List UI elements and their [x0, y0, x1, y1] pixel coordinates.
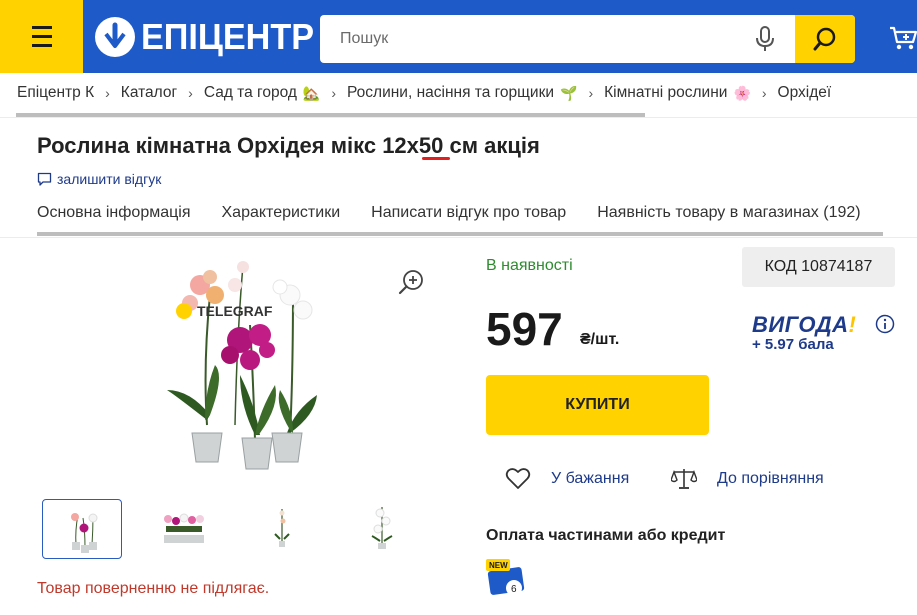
chevron-right-icon: › — [105, 85, 110, 101]
tabs-scrollbar[interactable] — [37, 232, 883, 236]
comment-icon — [37, 172, 52, 186]
thumbnail-strip — [42, 499, 442, 559]
breadcrumb-item[interactable]: Сад та город 🏡 — [204, 84, 321, 102]
breadcrumb-item[interactable]: Епіцентр К — [17, 84, 94, 102]
add-to-wishlist-button[interactable]: У бажання — [505, 467, 629, 491]
heart-icon — [505, 468, 531, 489]
installment-title: Оплата частинами або кредит — [486, 527, 726, 544]
bonus-title-text: ВИГОДА — [752, 312, 849, 337]
search-icon — [813, 27, 836, 51]
watermark-text: TELEGRAF — [197, 303, 273, 319]
chevron-right-icon: › — [588, 85, 594, 101]
bonus-exclamation: ! — [848, 312, 857, 337]
tab-main-info[interactable]: Основна інформація — [37, 204, 191, 226]
breadcrumb-label: Сад та город — [203, 84, 297, 101]
logo-text: ЕПІЦЕНТР — [141, 16, 315, 57]
search-button[interactable] — [795, 15, 855, 63]
breadcrumb-label: Орхідеї — [777, 84, 832, 101]
search-bar — [320, 15, 855, 63]
tab-characteristics[interactable]: Характеристики — [222, 204, 341, 226]
info-icon[interactable] — [875, 314, 895, 334]
seedling-emoji-icon: 🌱 — [560, 84, 578, 101]
menu-button[interactable] — [0, 0, 83, 73]
chevron-right-icon: › — [188, 85, 193, 101]
chevron-right-icon: › — [761, 85, 767, 101]
leave-review-label: залишити відгук — [57, 171, 162, 187]
hamburger-icon — [31, 23, 52, 50]
cart-icon[interactable] — [889, 26, 917, 52]
leave-review-link[interactable]: залишити відгук — [37, 171, 161, 187]
new-badge-text: NEW — [489, 561, 508, 570]
compare-label: До порівняння — [717, 470, 824, 487]
top-bar: ЕПІЦЕНТР ® — [0, 0, 917, 73]
search-input[interactable] — [320, 15, 790, 63]
breadcrumb-label: Каталог — [120, 84, 178, 101]
logo[interactable]: ЕПІЦЕНТР ® — [95, 14, 332, 60]
thumbnail-2[interactable] — [142, 499, 222, 559]
bonus-badge: ВИГОДА! + 5.97 бала — [752, 312, 856, 353]
chevron-right-icon: › — [331, 85, 337, 101]
stock-status: В наявності — [486, 257, 573, 274]
logo-emblem-icon — [95, 17, 135, 57]
divider — [0, 237, 917, 238]
product-image[interactable]: TELEGRAF — [155, 255, 330, 475]
page-title: Рослина кімнатна Орхідея мікс 12х50 см а… — [37, 133, 540, 158]
breadcrumb-item[interactable]: Кімнатні рослини 🌸 — [604, 84, 751, 102]
price-value: 597 — [486, 303, 563, 355]
breadcrumb-label: Епіцентр К — [17, 84, 95, 101]
thumbnail-4[interactable] — [342, 499, 422, 559]
zoom-in-icon[interactable] — [397, 268, 425, 296]
spellcheck-underline — [422, 157, 450, 160]
flower-emoji-icon: 🌸 — [733, 84, 751, 101]
scales-icon — [671, 469, 697, 489]
bonus-title: ВИГОДА! — [752, 312, 856, 338]
breadcrumb-item[interactable]: Орхідеї — [778, 84, 832, 102]
return-policy-note: Товар поверненню не підлягає. — [37, 580, 270, 597]
tab-write-review[interactable]: Написати відгук про товар — [371, 204, 566, 226]
microphone-icon[interactable] — [754, 26, 776, 52]
breadcrumb-item[interactable]: Рослини, насіння та горщики 🌱 — [347, 84, 577, 102]
installment-logo-icon[interactable]: NEW 6 — [486, 559, 526, 599]
breadcrumb: Епіцентр К › Каталог › Сад та город 🏡 › Р… — [0, 73, 917, 113]
bonus-points: + 5.97 бала — [752, 336, 834, 353]
product-tabs: Основна інформація Характеристики Написа… — [37, 204, 892, 226]
divider — [0, 117, 917, 118]
installment-count: 6 — [511, 584, 517, 595]
wishlist-label: У бажання — [551, 470, 630, 487]
buy-button[interactable]: КУПИТИ — [486, 375, 709, 435]
thumbnail-3[interactable] — [242, 499, 322, 559]
price-unit: ₴/шт. — [580, 331, 620, 348]
product-code: КОД 10874187 — [742, 247, 895, 287]
breadcrumb-item[interactable]: Каталог — [121, 84, 177, 102]
tab-store-availability[interactable]: Наявність товару в магазинах (192) — [597, 204, 860, 226]
header-brand-area: ЕПІЦЕНТР ® — [83, 0, 917, 73]
breadcrumb-label: Рослини, насіння та горщики — [347, 84, 555, 101]
house-emoji-icon: 🏡 — [302, 84, 321, 101]
thumbnail-1[interactable] — [42, 499, 122, 559]
add-to-compare-button[interactable]: До порівняння — [671, 467, 824, 491]
breadcrumb-label: Кімнатні рослини — [604, 84, 728, 101]
